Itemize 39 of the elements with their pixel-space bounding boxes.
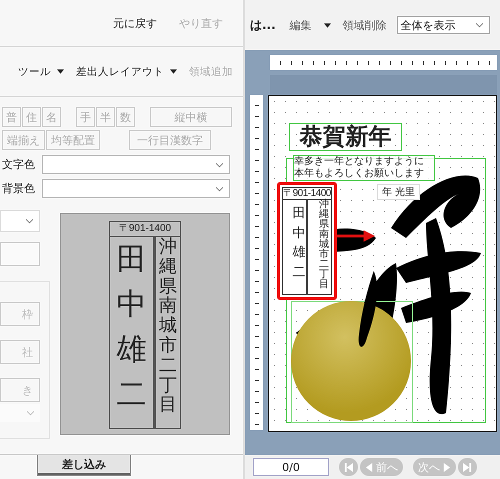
panel-title: は...	[250, 16, 276, 34]
arrow-icon	[337, 230, 375, 242]
field-label: 文字色	[2, 157, 36, 172]
chevron-icon	[27, 411, 34, 416]
toolbar-menu[interactable]: ツール	[18, 64, 51, 78]
chevron-icon	[216, 186, 223, 192]
toolbar-menu[interactable]: 差出人レイアウト	[76, 64, 164, 78]
chevron-icon	[26, 219, 33, 224]
recipient-address: 沖縄県南城市二丁目	[158, 237, 178, 418]
postal-code: 〒901-1400	[283, 188, 331, 200]
dropdown[interactable]	[0, 210, 40, 232]
side-button[interactable]	[0, 242, 40, 266]
caret-icon	[170, 69, 177, 74]
recipient-name: 田中雄二	[110, 237, 156, 428]
postal-code: 〒901-1400	[110, 222, 180, 237]
first-page-icon	[344, 462, 353, 472]
color-dropdown[interactable]	[42, 179, 230, 198]
last-page-icon	[463, 462, 472, 472]
message-text: 幸多き一年となりますように 本年もよろしくお願いします	[293, 155, 435, 181]
field-label: 背景色	[2, 181, 36, 196]
page-counter-field[interactable]: 0/0	[253, 458, 329, 476]
toolbar-button[interactable]: 元に戻す	[113, 16, 157, 30]
recipient-address: 沖縄県南城市二丁目	[318, 200, 330, 292]
color-dropdown[interactable]	[42, 155, 230, 174]
chevron-icon	[216, 162, 223, 168]
sender-name: 年 光里	[377, 184, 420, 200]
greeting-text: 恭賀新年	[289, 123, 402, 151]
chevron-icon	[476, 23, 483, 28]
toolbar-menu[interactable]: 領域削除	[342, 18, 387, 32]
toolbar-menu[interactable]: 編集	[290, 18, 312, 32]
dropdown[interactable]	[0, 404, 40, 422]
caret-icon	[324, 22, 331, 28]
tab[interactable]: 差し込み	[37, 455, 131, 476]
zoom-dropdown[interactable]: 全体を表示	[396, 16, 490, 34]
recipient-name: 田中雄二	[292, 200, 308, 294]
caret-icon	[57, 69, 64, 74]
left-triangle-icon	[365, 462, 374, 472]
right-triangle-icon	[442, 462, 451, 472]
selected-address-label[interactable]: 〒901-1400 田中雄二 沖縄県南城市二丁目	[277, 182, 337, 300]
